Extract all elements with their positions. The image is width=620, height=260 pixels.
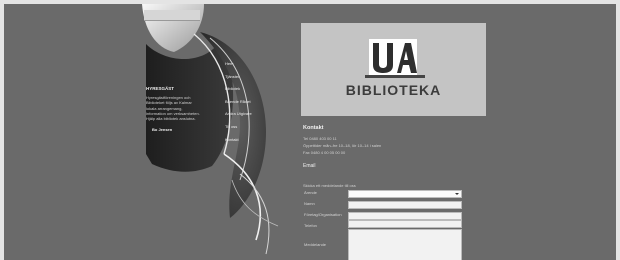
nav-item-hem[interactable]: Hem: [225, 60, 252, 73]
form-label-namn: Namn: [304, 201, 315, 206]
page-frame: HYRESGÄST Hyresgästföreningen och Biblio…: [4, 4, 616, 260]
form-label-arende: Ärende: [304, 190, 317, 195]
contact-form-intro: Skicka ett meddelande till oss: [303, 183, 356, 188]
banner-title: BIBLIOTEKA: [345, 82, 442, 98]
contact-heading: Kontakt: [303, 125, 324, 131]
info-card-text: Hyresgästföreningen och Biblioteket följ…: [146, 95, 200, 122]
nav-item-kontakt[interactable]: Kontakt: [225, 136, 252, 149]
nav-item-andra-utgivare[interactable]: Andra Utgivare: [225, 110, 252, 123]
phone-field[interactable]: [348, 220, 462, 228]
contact-phone: Fax 0480 4 00 05 00 00: [303, 150, 346, 155]
info-card-name: Bo Jensen: [152, 127, 173, 133]
nav-item-till-oss[interactable]: Till oss: [225, 123, 252, 136]
site-logo-strip: [144, 10, 200, 21]
main-navigation: Hem Tjänster Bibliotek Boende Rådet Andr…: [225, 60, 252, 148]
info-card-title: HYRESGÄST: [146, 86, 175, 91]
contact-address: Tel 0480 403 00 11: [303, 136, 337, 141]
library-logo-icon: [369, 39, 417, 77]
nav-item-tjanster[interactable]: Tjänster: [225, 73, 252, 86]
subject-select[interactable]: [348, 190, 462, 198]
organisation-field[interactable]: [348, 212, 462, 220]
logo-caption-bar: [365, 75, 425, 78]
header-banner: BIBLIOTEKA: [301, 23, 486, 116]
nav-item-bibliotek[interactable]: Bibliotek: [225, 85, 252, 98]
nav-item-boende-radet[interactable]: Boende Rådet: [225, 98, 252, 111]
contact-hours: Öppettider mån–fre 10–18, lör 10–14 i sa…: [303, 143, 382, 148]
form-label-telefon: Telefon: [304, 223, 317, 228]
info-card: HYRESGÄST Hyresgästföreningen och Biblio…: [146, 86, 202, 158]
contact-email[interactable]: Email: [303, 163, 493, 169]
message-textarea[interactable]: [348, 229, 462, 260]
form-label-meddelande: Meddelande: [304, 242, 327, 247]
form-label-foretag: Företag/Organisation: [304, 212, 342, 217]
name-field[interactable]: [348, 201, 462, 209]
contact-section: Kontakt Tel 0480 403 00 11 Öppettider må…: [303, 125, 493, 188]
